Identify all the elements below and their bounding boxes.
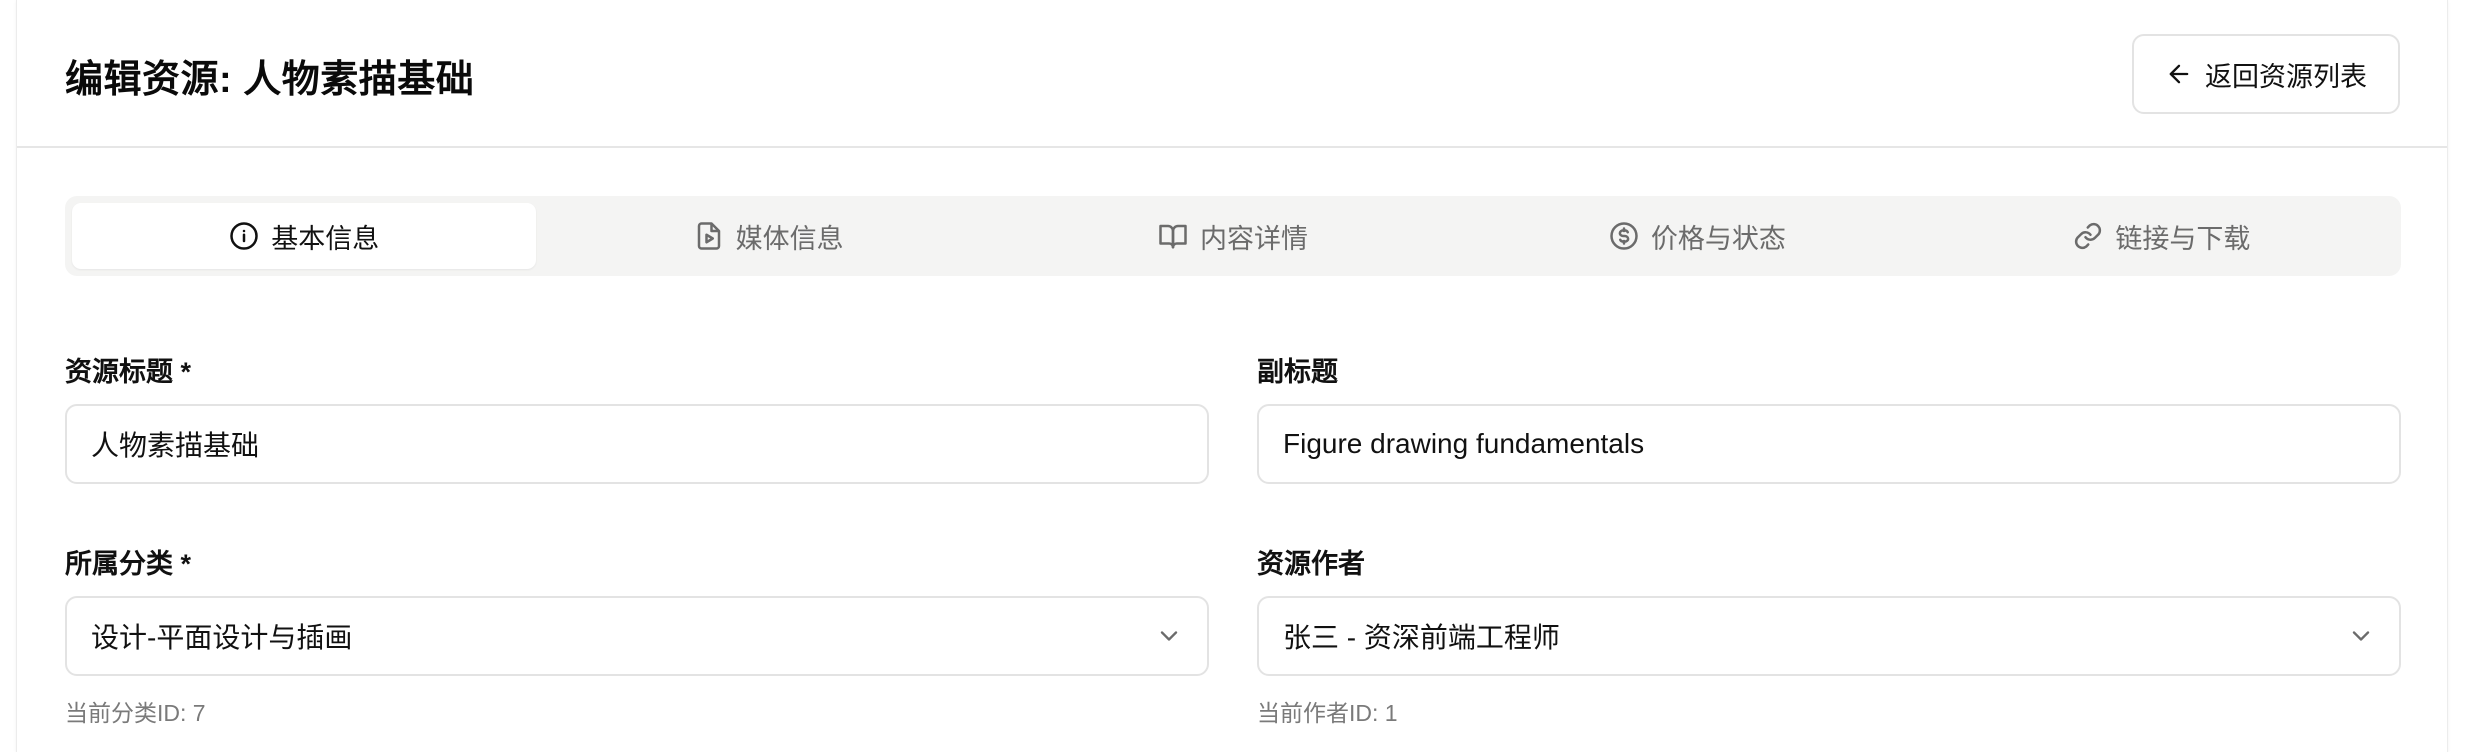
author-id-hint: 当前作者ID: 1 xyxy=(1257,700,1398,726)
tab-label: 价格与状态 xyxy=(1650,223,1786,254)
tab-media-info[interactable]: 媒体信息 xyxy=(536,203,1000,269)
dollar-circle-icon xyxy=(1610,222,1638,250)
arrow-left-icon xyxy=(2169,64,2189,84)
category-label: 所属分类 * xyxy=(65,549,192,579)
edit-resource-card: 编辑资源: 人物素描基础 返回资源列表 基本信息 媒体信息 内容详情 价格与状态… xyxy=(16,0,2448,752)
tab-label: 内容详情 xyxy=(1200,223,1309,254)
subtitle-value: Figure drawing fundamentals xyxy=(1283,428,1645,459)
resource-title-input[interactable]: 人物素描基础 xyxy=(65,404,1209,484)
tab-label: 基本信息 xyxy=(271,223,380,254)
chevron-down-icon xyxy=(1160,631,1178,641)
tab-label: 媒体信息 xyxy=(735,223,844,254)
tab-basic-info[interactable]: 基本信息 xyxy=(72,203,537,269)
tab-bar: 基本信息 媒体信息 内容详情 价格与状态 链接与下载 xyxy=(65,196,2401,276)
back-button-label: 返回资源列表 xyxy=(2205,61,2367,92)
tab-label: 链接与下载 xyxy=(2115,223,2251,254)
resource-title-label: 资源标题 * xyxy=(65,357,192,387)
category-id-hint: 当前分类ID: 7 xyxy=(65,700,206,726)
subtitle-input[interactable]: Figure drawing fundamentals xyxy=(1257,404,2401,484)
file-play-icon xyxy=(697,222,720,250)
chevron-down-icon xyxy=(2352,631,2370,641)
page-header: 编辑资源: 人物素描基础 返回资源列表 xyxy=(17,0,2447,148)
tab-price-status[interactable]: 价格与状态 xyxy=(1465,203,1929,269)
subtitle-label: 副标题 xyxy=(1257,357,1338,387)
book-open-icon xyxy=(1159,224,1187,249)
page-title: 编辑资源: 人物素描基础 xyxy=(65,59,475,101)
category-select[interactable]: 设计-平面设计与插画 xyxy=(65,596,1209,676)
author-label: 资源作者 xyxy=(1257,549,1365,579)
back-to-list-button[interactable]: 返回资源列表 xyxy=(2132,34,2400,114)
info-icon xyxy=(230,222,258,250)
link-icon xyxy=(2075,222,2102,250)
tab-content-details[interactable]: 内容详情 xyxy=(1001,203,1465,269)
category-value: 设计-平面设计与插画 xyxy=(91,622,353,653)
resource-title-value: 人物素描基础 xyxy=(91,430,260,461)
author-select[interactable]: 张三 - 资深前端工程师 xyxy=(1257,596,2401,676)
tab-links-downloads[interactable]: 链接与下载 xyxy=(1930,203,2394,269)
author-value: 张三 - 资深前端工程师 xyxy=(1283,622,1560,653)
